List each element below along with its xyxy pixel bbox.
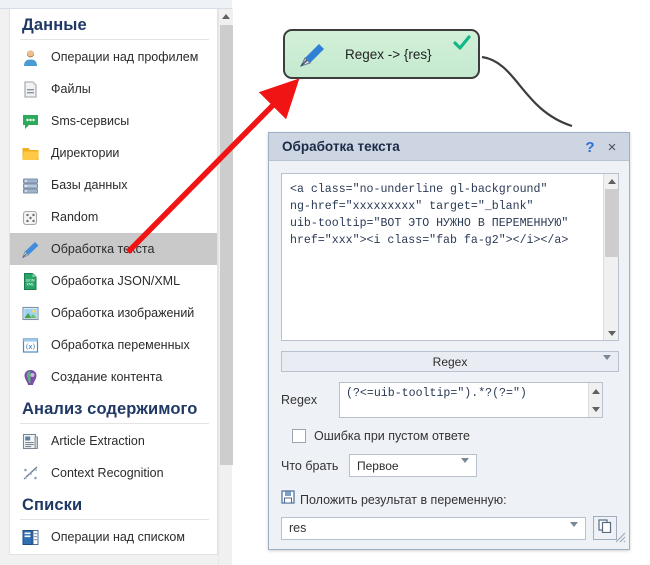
scrollbar-thumb[interactable] [605, 189, 619, 257]
sidebar-item-12[interactable]: Context Recognition [10, 457, 217, 489]
sidebar-item-label: Random [51, 210, 99, 224]
app-window: Данные Операции над профилем Файлы Sms-серв… [0, 0, 650, 565]
database-icon [21, 176, 40, 195]
sidebar-item-5[interactable]: Random [10, 201, 217, 233]
source-text-value: <a class="no-underline gl-background" ng… [290, 183, 569, 247]
dialog-body: <a class="no-underline gl-background" ng… [269, 161, 629, 550]
sidebar-item-label: Article Extraction [51, 434, 145, 448]
sidebar-item-label: Базы данных [51, 178, 128, 192]
sidebar-item-9[interactable]: (x) Обработка переменных [10, 329, 217, 361]
variable-icon: (x) [21, 336, 40, 355]
sidebar-item-label: Sms-сервисы [51, 114, 130, 128]
sidebar-scrollbar[interactable] [218, 9, 233, 565]
sidebar-item-6[interactable]: Обработка текста [10, 233, 217, 265]
mode-select[interactable]: Regex [281, 351, 619, 374]
mode-select-value: Regex [432, 354, 468, 369]
chevron-down-icon [461, 458, 469, 477]
actions-sidebar: Данные Операции над профилем Файлы Sms-серв… [0, 9, 232, 565]
flow-node-regex[interactable]: Regex -> {res} [283, 29, 480, 79]
article-icon [21, 432, 40, 451]
help-icon[interactable]: ? [579, 133, 601, 161]
sidebar-item-4[interactable]: Базы данных [10, 169, 217, 201]
actions-list[interactable]: Данные Операции над профилем Файлы Sms-серв… [9, 9, 218, 555]
sidebar-item-3[interactable]: Директории [10, 137, 217, 169]
sidebar-item-label: Обработка JSON/XML [51, 274, 181, 288]
sidebar-item-label: Директории [51, 146, 120, 160]
chat-bubble-icon [21, 112, 40, 131]
scrollbar-thumb[interactable] [220, 25, 233, 465]
image-icon [21, 304, 40, 323]
scroll-down-icon[interactable] [589, 402, 603, 416]
pen-icon [21, 240, 40, 259]
flow-node-label: Regex -> {res} [345, 46, 432, 62]
json-xml-icon: JSON XML [21, 272, 40, 291]
resize-grip[interactable] [612, 529, 626, 548]
svg-text:(x): (x) [26, 343, 36, 351]
svg-text:XML: XML [26, 282, 34, 286]
sidebar-group-title: Данные [22, 16, 87, 34]
sidebar-item-label: Файлы [51, 82, 91, 96]
sidebar-item-0[interactable]: Операции над профилем [10, 41, 217, 73]
check-icon [453, 35, 471, 56]
sidebar-item-label: Операции над списком [51, 530, 185, 544]
regex-input[interactable]: (?<=uib-tooltip=").*?(?=") [339, 382, 603, 418]
sidebar-item-1[interactable]: Файлы [10, 73, 217, 105]
regex-label: Regex [281, 393, 318, 407]
dice-icon [21, 208, 40, 227]
empty-answer-error-checkbox[interactable] [292, 429, 306, 443]
source-text-scrollbar[interactable] [603, 174, 619, 340]
sidebar-item-label: Операции над профилем [51, 50, 199, 64]
scroll-up-button[interactable] [219, 9, 233, 24]
dialog-title-bar: Обработка текста ? × [269, 133, 629, 161]
sidebar-item-13[interactable]: Операции над списком [10, 521, 217, 553]
divider [20, 423, 209, 424]
file-icon [21, 80, 40, 99]
empty-answer-error-label: Ошибка при пустом ответе [314, 429, 470, 443]
sidebar-item-2[interactable]: Sms-сервисы [10, 105, 217, 137]
take-select-value: Первое [357, 458, 399, 473]
user-icon [21, 48, 40, 67]
divider [20, 519, 209, 520]
panel-top-strip [0, 0, 232, 9]
result-variable-select[interactable]: res [281, 516, 587, 544]
context-icon [21, 464, 40, 483]
scroll-up-icon[interactable] [604, 174, 619, 188]
sidebar-item-label: Обработка текста [51, 242, 155, 256]
take-select[interactable]: Первое [349, 454, 477, 477]
dialog-title: Обработка текста [282, 139, 400, 154]
sidebar-item-10[interactable]: Создание контента [10, 361, 217, 393]
scroll-up-icon[interactable] [589, 384, 603, 398]
scroll-down-icon[interactable] [604, 326, 619, 340]
result-variable-value: res [289, 521, 307, 535]
regex-scrollbar[interactable] [588, 383, 602, 417]
save-icon [281, 490, 295, 509]
sidebar-item-8[interactable]: Обработка изображений [10, 297, 217, 329]
chevron-down-icon [603, 355, 611, 374]
sidebar-item-label: Обработка изображений [51, 306, 195, 320]
chevron-down-icon [570, 521, 579, 545]
list-icon [21, 528, 40, 547]
copy-icon [598, 518, 612, 538]
take-label: Что брать [281, 458, 339, 473]
sidebar-item-label: Создание контента [51, 370, 163, 384]
pen-icon [297, 39, 327, 69]
sidebar-item-label: Обработка переменных [51, 338, 190, 352]
divider [20, 39, 209, 40]
result-variable-label: Положить результат в переменную: [300, 492, 507, 507]
sidebar-group-title: Списки [22, 496, 83, 514]
sidebar-item-11[interactable]: Article Extraction [10, 425, 217, 457]
brain-icon [21, 368, 40, 387]
close-icon[interactable]: × [601, 133, 623, 161]
source-text-area[interactable]: <a class="no-underline gl-background" ng… [281, 173, 619, 341]
regex-value: (?<=uib-tooltip=").*?(?=") [346, 387, 527, 400]
text-processing-dialog[interactable]: Обработка текста ? × <a class="no-underl… [268, 132, 630, 550]
folder-icon [21, 144, 40, 163]
sidebar-item-7[interactable]: JSON XML Обработка JSON/XML [10, 265, 217, 297]
sidebar-group-title: Анализ содержимого [22, 400, 198, 418]
sidebar-item-label: Context Recognition [51, 466, 164, 480]
